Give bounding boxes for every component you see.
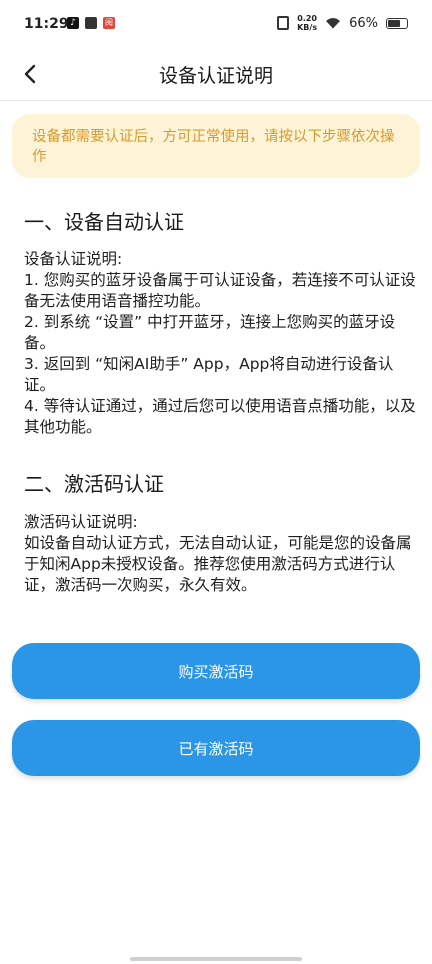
section2-line: 激活码认证说明:	[24, 513, 138, 531]
section2-line: 如设备自动认证方式，无法自动认证，可能是您的设备属于知闲App未授权设备。推荐您…	[24, 534, 412, 594]
status-indicators: 0.20 KB/s 66%	[277, 14, 408, 32]
notice-banner: 设备都需要认证后，方可正常使用，请按以下步骤依次操作	[12, 114, 420, 178]
app-header: 设备认证说明	[0, 48, 432, 101]
section1-line: 1. 您购买的蓝牙设备属于可认证设备，若连接不可认证设备无法使用语音播控功能。	[24, 271, 416, 310]
vibrate-icon	[277, 16, 290, 30]
buy-activation-code-button[interactable]: 购买激活码	[12, 643, 420, 699]
status-app-icons: ♪ 阅	[67, 17, 115, 29]
section1-line: 设备认证说明:	[24, 250, 123, 268]
section1-line: 3. 返回到 “知闲AI助手” App，App将自动进行设备认证。	[24, 355, 394, 394]
section-auto-auth-title: 一、设备自动认证	[24, 210, 184, 234]
section1-line: 2. 到系统 “设置” 中打开蓝牙，连接上您购买的蓝牙设备。	[24, 313, 396, 352]
square-icon	[85, 17, 97, 29]
section-activation-body: 激活码认证说明: 如设备自动认证方式，无法自动认证，可能是您的设备属于知闲App…	[24, 512, 416, 596]
page-title: 设备认证说明	[158, 65, 273, 87]
tiktok-icon: ♪	[67, 17, 79, 29]
battery-percent: 66%	[349, 15, 378, 31]
section-auto-auth-body: 设备认证说明: 1. 您购买的蓝牙设备属于可认证设备，若连接不可认证设备无法使用…	[24, 249, 416, 438]
status-time: 11:29	[24, 16, 69, 32]
net-speed-value: 0.20	[297, 14, 317, 23]
net-speed-unit: KB/s	[297, 23, 318, 32]
section1-line: 4. 等待认证通过，通过后您可以使用语音点播功能，以及其他功能。	[24, 397, 416, 436]
red-app-icon: 阅	[103, 17, 115, 29]
have-activation-code-button[interactable]: 已有激活码	[12, 720, 420, 776]
section-activation-title: 二、激活码认证	[24, 472, 164, 496]
battery-icon	[386, 17, 408, 29]
home-indicator[interactable]	[130, 957, 302, 961]
status-bar: 11:29 ♪ 阅 0.20 KB/s 66%	[0, 0, 432, 48]
net-speed: 0.20 KB/s	[297, 14, 317, 32]
wifi-icon	[325, 17, 341, 29]
